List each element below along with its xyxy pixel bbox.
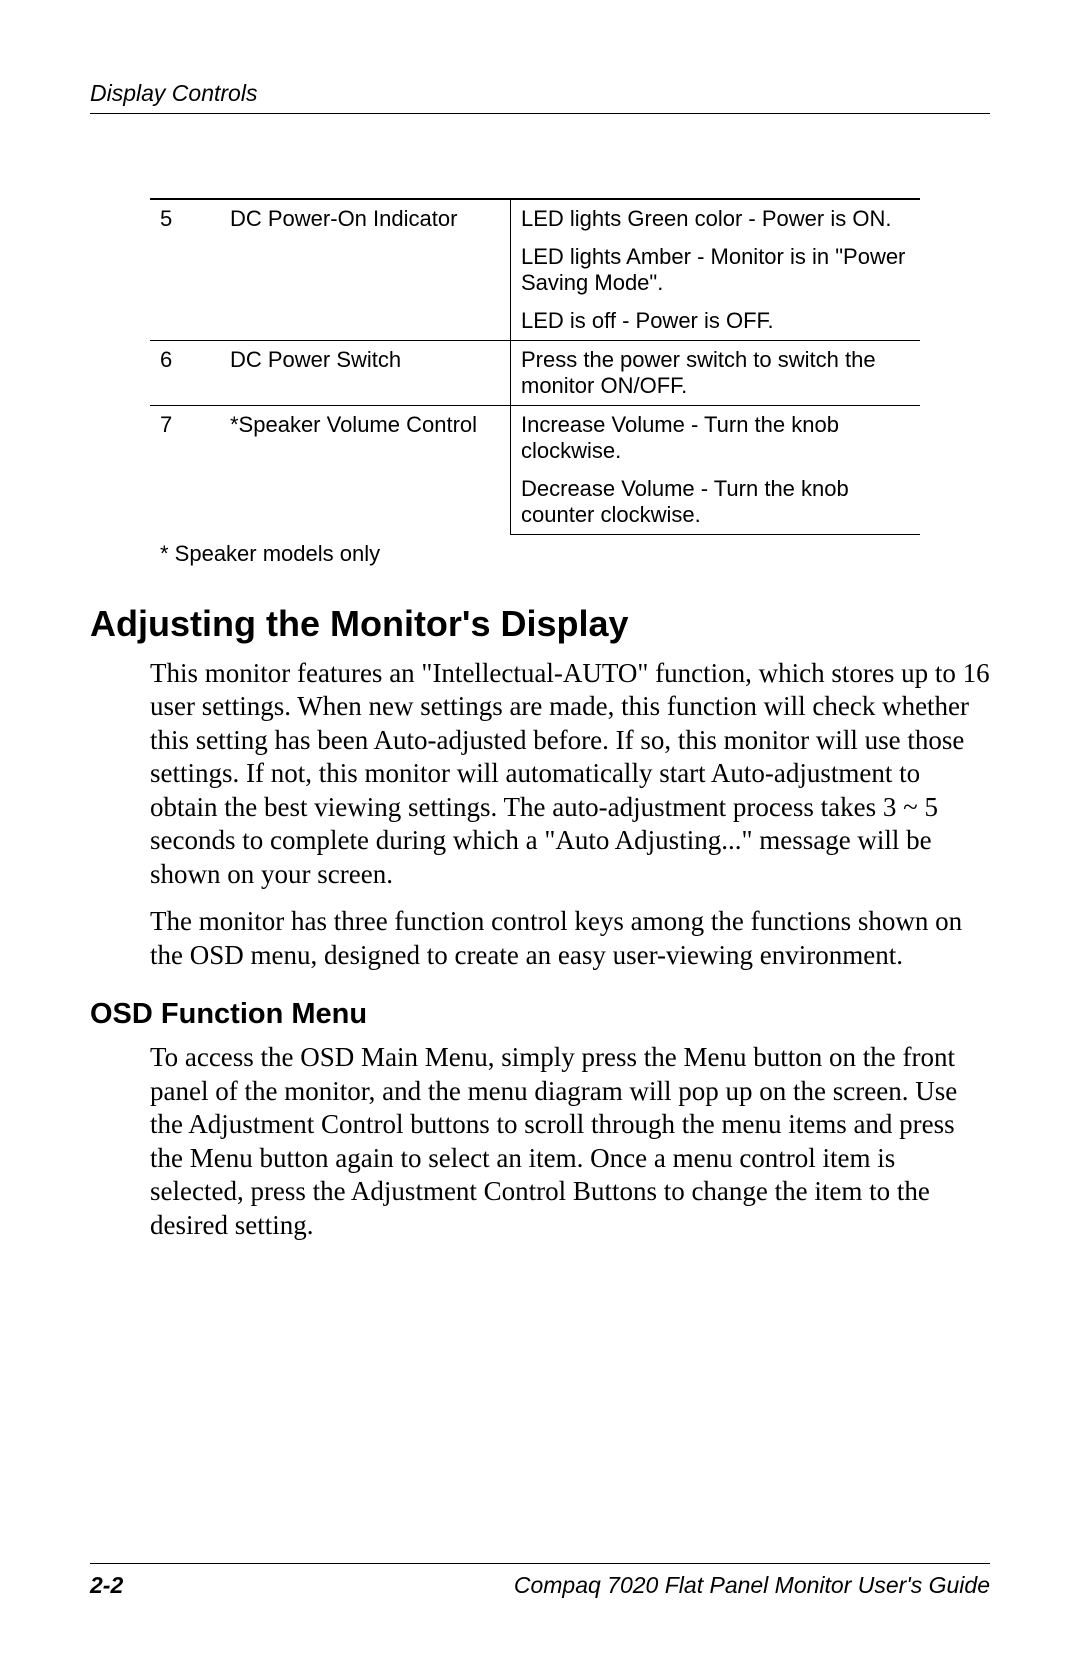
body-paragraph: This monitor features an "Intellectual-A… — [150, 657, 990, 891]
control-desc: LED lights Amber - Monitor is in "Power … — [511, 238, 921, 302]
control-desc: Press the power switch to switch the mon… — [511, 341, 921, 406]
page-header: Display Controls — [90, 80, 990, 114]
page-number: 2-2 — [90, 1572, 123, 1599]
control-desc: Increase Volume - Turn the knob clockwis… — [511, 406, 921, 471]
table-row: 5 DC Power-On Indicator LED lights Green… — [150, 199, 920, 238]
row-number: 5 — [150, 199, 220, 341]
row-number: 6 — [150, 341, 220, 406]
control-name: DC Power Switch — [220, 341, 511, 406]
footer-title: Compaq 7020 Flat Panel Monitor User's Gu… — [514, 1572, 990, 1599]
section-heading: Adjusting the Monitor's Display — [90, 603, 990, 645]
body-paragraph: To access the OSD Main Menu, simply pres… — [150, 1041, 990, 1242]
subsection-heading: OSD Function Menu — [90, 998, 990, 1031]
page-footer: 2-2 Compaq 7020 Flat Panel Monitor User'… — [90, 1563, 990, 1599]
controls-table: 5 DC Power-On Indicator LED lights Green… — [150, 198, 920, 535]
table-row: 7 *Speaker Volume Control Increase Volum… — [150, 406, 920, 471]
control-name: *Speaker Volume Control — [220, 406, 511, 535]
control-desc: Decrease Volume - Turn the knob counter … — [511, 470, 921, 535]
control-name: DC Power-On Indicator — [220, 199, 511, 341]
table-row: 6 DC Power Switch Press the power switch… — [150, 341, 920, 406]
document-page: Display Controls 5 DC Power-On Indicator… — [0, 0, 1080, 1669]
row-number: 7 — [150, 406, 220, 535]
body-paragraph: The monitor has three function control k… — [150, 905, 990, 972]
control-desc: LED is off - Power is OFF. — [511, 302, 921, 341]
control-desc: LED lights Green color - Power is ON. — [511, 199, 921, 238]
table-footnote: * Speaker models only — [160, 541, 990, 567]
